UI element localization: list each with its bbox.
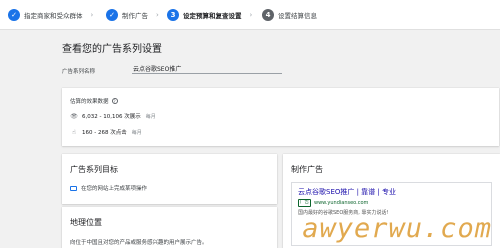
estimate-title: 估算的效果数据 ? [70, 97, 118, 105]
location-card[interactable]: 地理位置 向位于中国且对您的产品或服务感兴趣的用户展示广告。 [62, 207, 277, 248]
campaign-goal-item: 在您的网站上完成某项操作 [70, 184, 147, 192]
location-text: 向位于中国且对您的产品或服务感兴趣的用户展示广告。 [70, 240, 208, 246]
create-ad-title: 制作广告 [291, 165, 323, 174]
campaign-goal-text: 在您的网站上完成某项操作 [81, 186, 148, 192]
step-number-badge: 3 [167, 9, 179, 21]
estimate-title-text: 估算的效果数据 [70, 99, 109, 105]
impressions-row: 👁 6,032 - 10,106 次展示 每月 [70, 112, 156, 121]
clicks-value: 160 - 268 次点击 [82, 130, 127, 136]
check-icon: ✓ [106, 9, 118, 21]
clicks-unit: 每月 [131, 129, 142, 136]
step-billing[interactable]: 4 设置结算信息 [262, 7, 317, 23]
progress-stepper: ✓ 指定商家和受众群体 › ✓ 制作广告 › 3 设定预算和复查设置 › 4 设… [0, 0, 500, 30]
watermark: awyerwu.com [302, 213, 492, 244]
campaign-goal-card[interactable]: 广告系列目标 在您的网站上完成某项操作 [62, 154, 277, 204]
eye-icon: 👁 [70, 112, 78, 120]
ad-badge: 广告 [298, 199, 311, 207]
step-number-badge: 4 [262, 9, 274, 21]
page-title: 查看您的广告系列设置 [62, 44, 162, 55]
chevron-right-icon: › [249, 11, 253, 19]
pointer-icon: ☝ [72, 128, 76, 136]
website-icon [70, 185, 77, 191]
ad-url-row: 广告 www.yundianseo.com [298, 199, 368, 207]
estimate-card: 估算的效果数据 ? 👁 6,032 - 10,106 次展示 每月 ☝ 160 … [62, 88, 499, 146]
chevron-right-icon: › [90, 11, 94, 19]
step-label: 指定商家和受众群体 [24, 12, 83, 20]
chevron-right-icon: › [156, 11, 159, 19]
campaign-goal-title: 广告系列目标 [70, 165, 118, 174]
step-business-audience[interactable]: ✓ 指定商家和受众群体 › [8, 7, 93, 23]
ad-display-url: www.yundianseo.com [314, 200, 369, 206]
step-label: 制作广告 [122, 12, 148, 20]
ad-headline: 云点谷歌SEO推广 | 靠谱 | 专业 [298, 188, 396, 196]
campaign-name-label: 广告系列名称 [62, 69, 96, 75]
step-create-ad[interactable]: ✓ 制作广告 › [106, 7, 159, 23]
location-title: 地理位置 [70, 218, 102, 227]
impressions-unit: 每月 [145, 113, 156, 120]
campaign-name-input[interactable] [132, 63, 282, 74]
help-icon[interactable]: ? [111, 98, 118, 104]
clicks-row: ☝ 160 - 268 次点击 每月 [70, 128, 142, 137]
check-icon: ✓ [8, 9, 20, 21]
impressions-value: 6,032 - 10,106 次展示 [82, 114, 141, 120]
step-label: 设置结算信息 [278, 12, 317, 20]
step-label: 设定预算和复查设置 [183, 12, 242, 20]
step-budget-review[interactable]: 3 设定预算和复查设置 › [167, 7, 252, 23]
